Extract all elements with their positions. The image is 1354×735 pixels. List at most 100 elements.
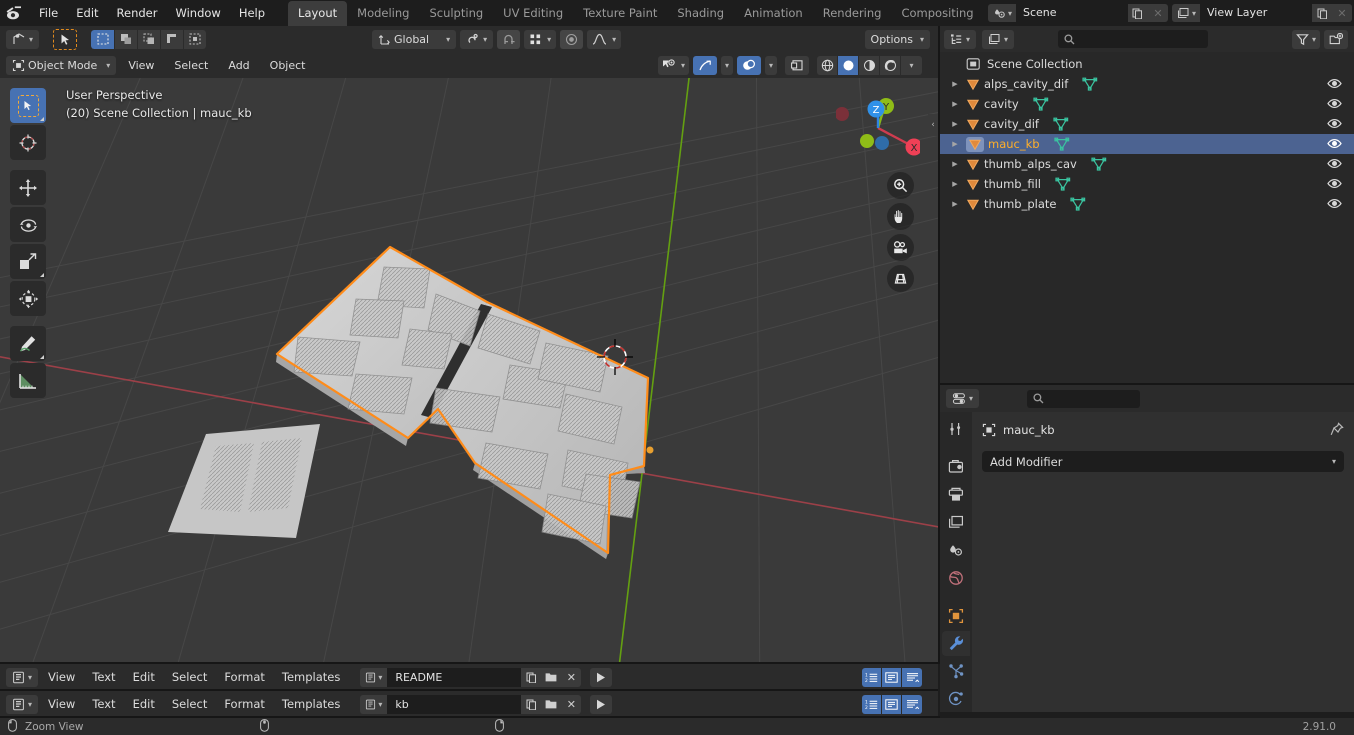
workspace-tab-compositing[interactable]: Compositing [891,1,983,26]
navigation-gizmo[interactable]: X Y Z [835,86,923,170]
outliner-item-thumb-alps-cav[interactable]: ▶ thumb_alps_cav [940,154,1354,174]
remove-view-layer-button[interactable]: ✕ [1332,4,1352,22]
text2-menu-view[interactable]: View [41,695,82,713]
outliner-item-mauc-kb[interactable]: ▶ mauc_kb [940,134,1354,154]
transform-tool[interactable] [10,281,46,316]
properties-tab-object[interactable] [942,603,970,629]
visibility-eye-icon[interactable] [1327,137,1342,153]
scale-tool[interactable] [10,244,46,279]
view-layer-selector[interactable]: ▾ View Layer ✕ [1171,4,1352,22]
menu-file[interactable]: File [30,3,67,24]
workspace-tab-texture-paint[interactable]: Texture Paint [573,1,667,26]
select-intersect-button[interactable] [183,29,207,49]
expand-arrow-icon[interactable]: ▶ [948,180,962,188]
menu-render[interactable]: Render [108,3,167,24]
pin-icon[interactable] [1330,421,1344,439]
unlink-scene-button[interactable]: ✕ [1147,4,1168,22]
properties-search-input[interactable] [1027,389,1141,408]
visibility-eye-icon[interactable] [1327,77,1342,93]
expand-arrow-icon[interactable]: ▶ [948,80,962,88]
new-scene-button[interactable] [1127,4,1148,22]
viewport-menu-select[interactable]: Select [166,56,216,75]
line-numbers-toggle-2[interactable]: 12 [862,694,882,714]
cursor-tool[interactable] [10,125,46,160]
syntax-highlight-toggle-2[interactable] [902,694,922,714]
visibility-eye-icon[interactable] [1327,97,1342,113]
workspace-tab-layout[interactable]: Layout [288,1,348,26]
area-divider-viewport-text[interactable] [0,662,938,664]
shading-rendered-button[interactable] [880,55,901,75]
properties-tab-scene[interactable] [942,537,970,563]
syntax-highlight-toggle[interactable] [902,667,922,687]
gizmo-dropdown[interactable]: ▾ [720,55,733,75]
expand-arrow-icon[interactable]: ▶ [948,200,962,208]
text-open-button[interactable] [541,667,562,687]
outliner-editor-type-button[interactable]: ▾ [944,29,977,49]
text2-menu-select[interactable]: Select [165,695,214,713]
text-editor-1-filename[interactable]: README [387,667,522,687]
workspace-tab-sculpting[interactable]: Sculpting [419,1,493,26]
text-menu-templates[interactable]: Templates [275,668,347,686]
show-overlays-button[interactable] [736,55,761,75]
shading-solid-button[interactable] [838,55,859,75]
properties-tab-tool[interactable] [942,416,970,442]
properties-tab-output[interactable] [942,482,970,508]
area-divider-outliner-properties[interactable] [940,383,1354,385]
text-menu-select[interactable]: Select [165,668,214,686]
options-button[interactable]: Options ▾ [864,29,930,49]
shading-wireframe-button[interactable] [817,55,838,75]
text2-menu-edit[interactable]: Edit [126,695,162,713]
shading-material-button[interactable] [859,55,880,75]
properties-tab-particles[interactable] [942,658,970,684]
viewport-menu-add[interactable]: Add [220,56,257,75]
expand-arrow-icon[interactable]: ▶ [948,160,962,168]
workspace-tab-animation[interactable]: Animation [734,1,813,26]
select-invert-button[interactable] [160,29,184,49]
shading-dropdown[interactable]: ▾ [901,55,922,75]
outliner-editor[interactable]: ▾ ▾ ▾ Scene Collection ▶ alps_cavity_dif… [940,26,1354,383]
measure-tool[interactable] [10,363,46,398]
falloff-curve-button[interactable]: ▾ [587,29,622,49]
text-datablock-icon[interactable]: ▾ [360,667,388,687]
expand-arrow-icon[interactable]: ▶ [948,120,962,128]
visibility-eye-icon[interactable] [1327,177,1342,193]
text-unlink-button[interactable]: ✕ [561,667,582,687]
xray-toggle-button[interactable] [785,55,809,75]
outliner-display-mode-button[interactable]: ▾ [982,29,1015,49]
rotate-tool[interactable] [10,207,46,242]
snap-button[interactable]: ▾ [460,29,494,49]
properties-tab-world[interactable] [942,565,970,591]
text-editor-2-type-button[interactable]: ▾ [6,694,39,714]
text2-open-button[interactable] [541,694,562,714]
text-menu-edit[interactable]: Edit [126,668,162,686]
properties-tab-render[interactable] [942,454,970,480]
workspace-tab-modeling[interactable]: Modeling [347,1,419,26]
select-subtract-button[interactable] [137,29,161,49]
line-numbers-toggle[interactable]: 12 [862,667,882,687]
text2-copy-button[interactable] [521,694,542,714]
visibility-eye-icon[interactable] [1327,197,1342,213]
view-layer-name[interactable]: View Layer [1200,4,1312,22]
visibility-eye-icon[interactable] [1327,157,1342,173]
menu-window[interactable]: Window [166,3,229,24]
run-script-button[interactable] [590,667,613,687]
properties-editor-type-button[interactable]: ▾ [946,389,980,408]
blender-logo-icon[interactable] [0,6,30,20]
proportional-edit-icon[interactable] [560,29,584,49]
workspace-tab-uv-editing[interactable]: UV Editing [493,1,573,26]
properties-tab-view-layer[interactable] [942,509,970,535]
text-datablock-icon[interactable]: ▾ [360,694,388,714]
word-wrap-toggle-2[interactable] [882,694,902,714]
text2-menu-format[interactable]: Format [217,695,272,713]
outliner-search-input[interactable] [1058,30,1209,48]
outliner-item-alps-cavity-dif[interactable]: ▶ alps_cavity_dif [940,74,1354,94]
text2-menu-templates[interactable]: Templates [275,695,347,713]
area-divider-vertical[interactable] [938,26,940,664]
magnet-icon[interactable] [497,29,521,49]
text-editor-1-header[interactable]: ▾ View Text Edit Select Format Templates… [0,664,938,690]
workspace-tab-shading[interactable]: Shading [667,1,734,26]
viewport-menu-object[interactable]: Object [262,56,314,75]
camera-icon[interactable] [887,234,914,261]
snap-to-button[interactable]: ▾ [524,29,557,49]
menu-edit[interactable]: Edit [67,3,107,24]
